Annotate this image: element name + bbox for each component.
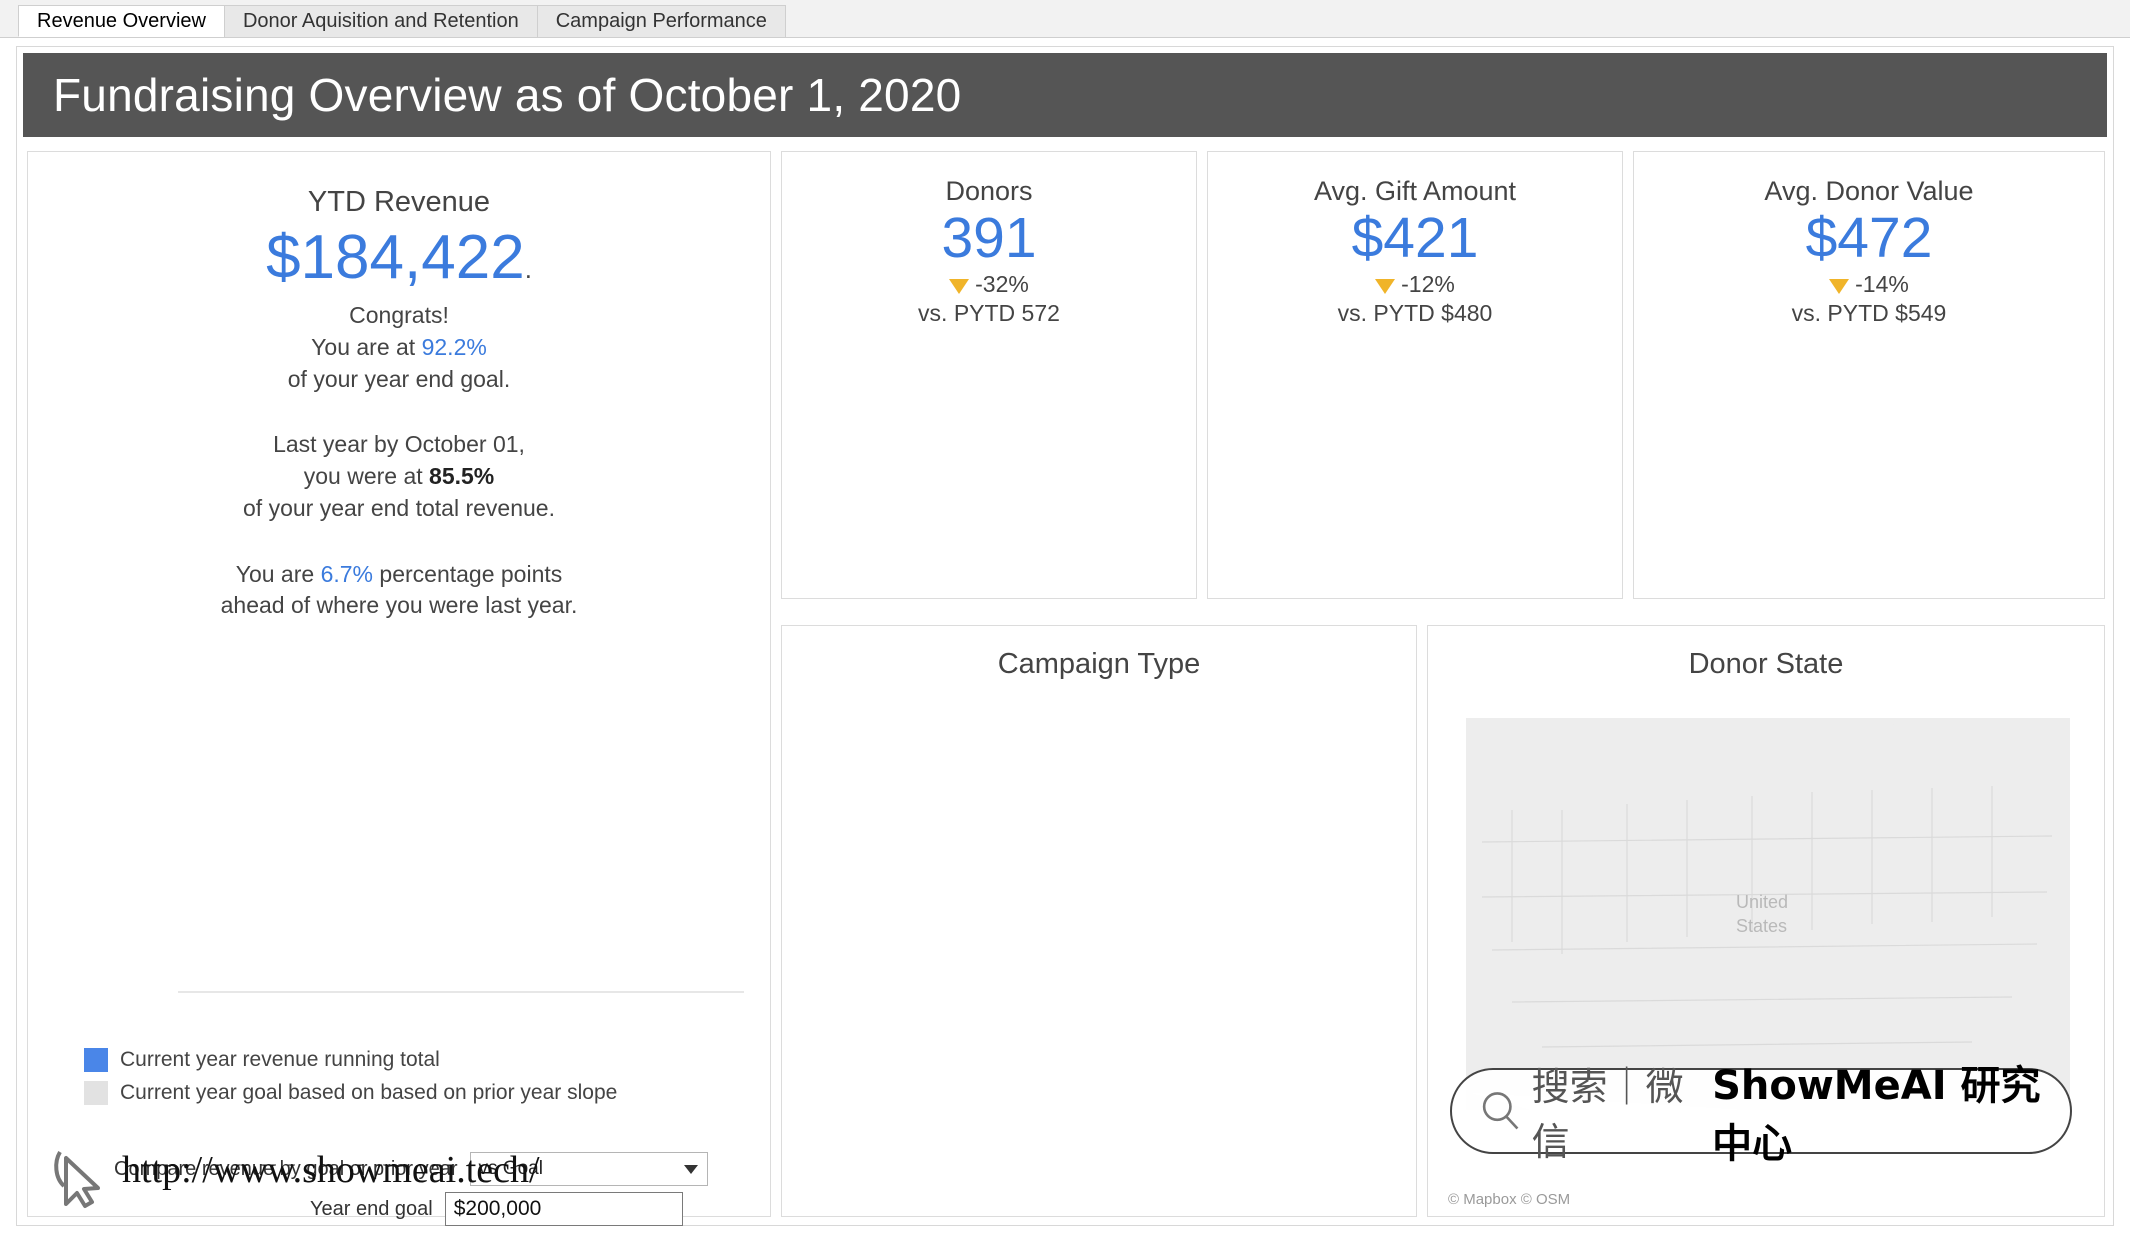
campaign-type-title: Campaign Type xyxy=(997,648,1201,680)
ytd-revenue-panel: YTD Revenue $184,422. Congrats! You are … xyxy=(27,151,772,1226)
cursor-pointer-icon xyxy=(54,1150,100,1208)
ytd-lastyear-pct-value: 85.5% xyxy=(429,463,495,490)
year-end-goal-input[interactable]: $200,000 xyxy=(444,1192,683,1226)
ytd-revenue-value-row: $184,422. xyxy=(28,225,770,290)
campaign-type-chart[interactable] xyxy=(782,696,1418,961)
ytd-revenue-title: YTD Revenue xyxy=(307,186,491,218)
tab-campaign-performance[interactable]: Campaign Performance xyxy=(536,5,786,37)
ytd-goal-pct-value: 92.2% xyxy=(421,333,487,360)
ytd-delta-prefix: You are xyxy=(235,560,321,587)
kpi-gift-value: $421 xyxy=(1351,206,1479,270)
ytd-spacer-1 xyxy=(28,395,770,419)
legend-item-current: Current year revenue running total xyxy=(84,1048,617,1072)
ytd-spacer-2 xyxy=(28,525,770,549)
legend-label-goal: Current year goal based on based on prio… xyxy=(120,1081,618,1104)
campaign-type-panel: Campaign Type xyxy=(781,625,1417,1217)
page-title: Fundraising Overview as of October 1, 20… xyxy=(53,69,962,121)
ytd-congrats-line: Congrats! xyxy=(349,302,449,329)
kpi-donors-subtitle: vs. PYTD 572 xyxy=(918,299,1060,326)
ytd-lastyear-suffix: of your year end total revenue. xyxy=(243,494,555,521)
kpi-donorvalue-subtitle: vs. PYTD $549 xyxy=(1791,299,1947,326)
goal-control: Year end goal $200,000 xyxy=(310,1192,683,1226)
kpi-donors-delta: -32% xyxy=(782,271,1196,298)
revenue-area-chart[interactable] xyxy=(28,744,772,1034)
ytd-delta-suffix: percentage points xyxy=(373,560,563,587)
watermark-search-box: 搜索｜微信 ShowMeAI 研究中心 xyxy=(1450,1063,2072,1167)
triangle-down-icon xyxy=(1375,278,1396,294)
ytd-goal-pct-prefix: You are at xyxy=(311,333,422,360)
watermark-search-text: 搜索｜微信 xyxy=(1531,1065,1684,1164)
kpi-gift-delta-value: -12% xyxy=(1401,270,1455,297)
kpi-donors-sparkchart[interactable] xyxy=(782,402,1198,592)
ytd-delta-block: You are 6.7% percentage points ahead of … xyxy=(28,559,770,622)
kpi-gift-sparkchart[interactable] xyxy=(1208,402,1624,592)
triangle-down-icon xyxy=(949,278,970,294)
ytd-lastyear-pct-line: you were at 85.5% xyxy=(28,461,770,493)
chevron-down-icon xyxy=(683,1165,698,1174)
dashboard-header: Fundraising Overview as of October 1, 20… xyxy=(23,53,2107,137)
goal-control-label: Year end goal xyxy=(310,1197,433,1220)
kpi-donorvalue-delta: -14% xyxy=(1634,271,2104,298)
kpi-donorvalue-delta-value: -14% xyxy=(1855,270,1909,297)
kpi-donors-delta-value: -32% xyxy=(975,270,1029,297)
watermark-brand-text: ShowMeAI 研究中心 xyxy=(1712,1063,2041,1167)
ytd-delta-compare: ahead of where you were last year. xyxy=(220,592,578,619)
kpi-donors-title: Donors xyxy=(945,176,1033,206)
revenue-area-svg xyxy=(178,991,744,993)
tab-donor-acquisition[interactable]: Donor Aquisition and Retention xyxy=(223,5,538,37)
kpi-gift-title: Avg. Gift Amount xyxy=(1313,176,1517,206)
tab-revenue-overview[interactable]: Revenue Overview xyxy=(18,5,225,37)
kpi-donorvalue-sparkchart[interactable] xyxy=(1634,402,2106,592)
dashboard-canvas: Fundraising Overview as of October 1, 20… xyxy=(16,46,2114,1226)
search-icon xyxy=(1482,1092,1519,1130)
ytd-lastyear-prefix: you were at xyxy=(303,463,430,490)
ytd-revenue-value: $184,422 xyxy=(266,223,525,292)
legend-swatch-current xyxy=(84,1048,108,1072)
kpi-donorvalue-title: Avg. Donor Value xyxy=(1764,176,1974,206)
watermark-url: http://www.showmeai.tech/ xyxy=(122,1149,540,1191)
ytd-congrats-block: Congrats! You are at 92.2% of your year … xyxy=(28,300,770,395)
ytd-delta-value: 6.7% xyxy=(320,560,374,587)
kpi-card-donors: Donors 391 -32% vs. PYTD 572 xyxy=(781,151,1197,599)
area-chart-legend: Current year revenue running total Curre… xyxy=(84,1048,617,1114)
dashboard-root: Revenue Overview Donor Aquisition and Re… xyxy=(0,0,2130,1239)
donor-state-title: Donor State xyxy=(1688,648,1844,680)
tab-bar: Revenue Overview Donor Aquisition and Re… xyxy=(0,0,2130,38)
ytd-goal-pct-suffix: of your year end goal. xyxy=(287,365,511,392)
kpi-gift-subtitle: vs. PYTD $480 xyxy=(1337,299,1493,326)
ytd-revenue-period: . xyxy=(524,254,532,284)
ytd-lastyear-block: Last year by October 01, you were at 85.… xyxy=(28,429,770,524)
year-end-goal-value: $200,000 xyxy=(453,1197,542,1220)
kpi-card-avg-donor-value: Avg. Donor Value $472 -14% vs. PYTD $549 xyxy=(1633,151,2105,599)
kpi-card-avg-gift-amount: Avg. Gift Amount $421 -12% vs. PYTD $480 xyxy=(1207,151,1623,599)
legend-label-current: Current year revenue running total xyxy=(120,1048,440,1071)
legend-swatch-goal xyxy=(84,1081,108,1105)
ytd-lastyear-date: Last year by October 01, xyxy=(273,431,525,458)
map-attribution: © Mapbox © OSM xyxy=(1448,1191,1571,1208)
ytd-delta-line: You are 6.7% percentage points xyxy=(28,559,770,591)
kpi-donorvalue-value: $472 xyxy=(1805,206,1933,270)
kpi-donors-value: 391 xyxy=(941,206,1037,270)
ytd-goal-pct-line: You are at 92.2% xyxy=(28,332,770,364)
triangle-down-icon xyxy=(1829,278,1850,294)
legend-item-goal: Current year goal based on based on prio… xyxy=(84,1081,617,1105)
kpi-gift-delta: -12% xyxy=(1208,271,1622,298)
